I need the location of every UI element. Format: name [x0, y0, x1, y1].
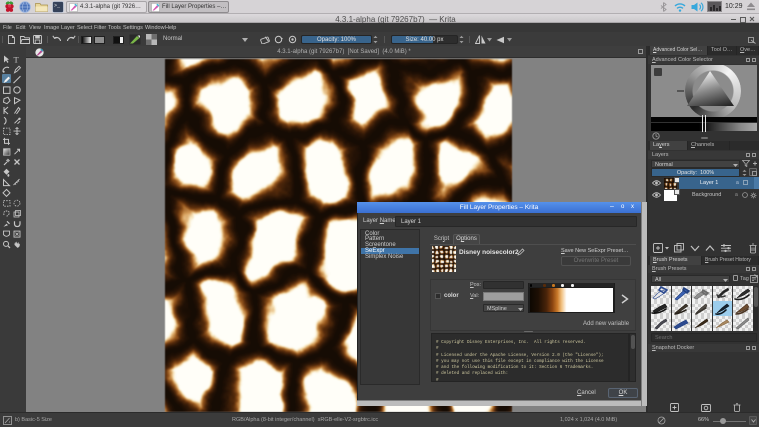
svg-text:>_: >_: [54, 3, 61, 9]
svg-text:T: T: [14, 55, 20, 65]
